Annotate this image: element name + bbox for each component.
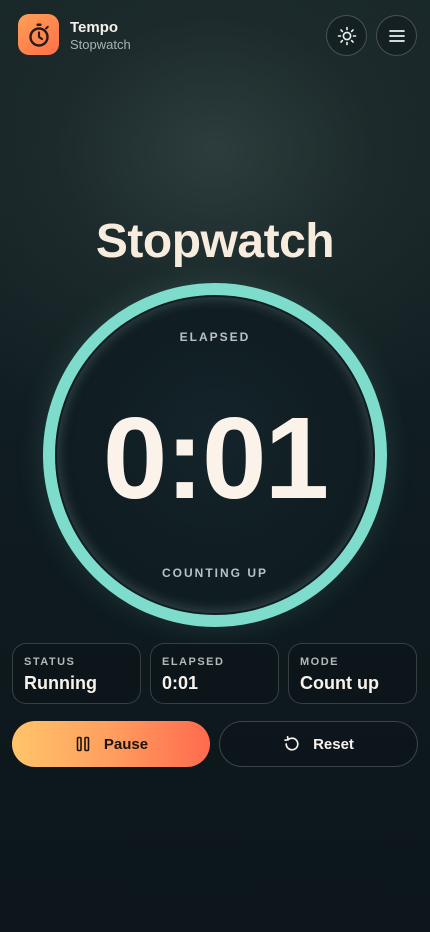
sun-icon — [337, 26, 356, 45]
status-card-value: Running — [24, 673, 97, 693]
app-subtitle: Stopwatch — [70, 37, 131, 52]
reset-button[interactable]: Reset — [219, 721, 418, 767]
page-title: Stopwatch — [95, 215, 335, 268]
status-card: STATUS Running — [12, 643, 141, 704]
menu-button[interactable] — [376, 15, 417, 56]
status-card-label: STATUS — [24, 656, 76, 668]
mode-card-label: MODE — [300, 656, 339, 668]
elapsed-card-value: 0:01 — [162, 673, 199, 693]
app-header: Tempo Stopwatch — [0, 0, 430, 70]
pause-button[interactable]: Pause — [12, 721, 210, 767]
mode-card-value: Count up — [300, 673, 379, 693]
pause-button-label: Pause — [103, 735, 149, 753]
mode-card: MODE Count up — [288, 643, 417, 704]
theme-toggle-button[interactable] — [326, 15, 367, 56]
app-name: Tempo — [70, 19, 119, 36]
reset-button-label: Reset — [313, 735, 354, 753]
stopwatch-icon — [18, 14, 59, 55]
dial-top-label: ELAPSED — [179, 330, 251, 344]
elapsed-card: ELAPSED 0:01 — [150, 643, 279, 704]
pause-icon — [76, 736, 90, 752]
elapsed-card-label: ELAPSED — [162, 656, 225, 668]
elapsed-time-display: 0:01 — [102, 393, 329, 523]
menu-icon — [388, 29, 405, 42]
dial-bottom-label: COUNTING UP — [162, 566, 268, 580]
reset-icon — [284, 735, 299, 751]
